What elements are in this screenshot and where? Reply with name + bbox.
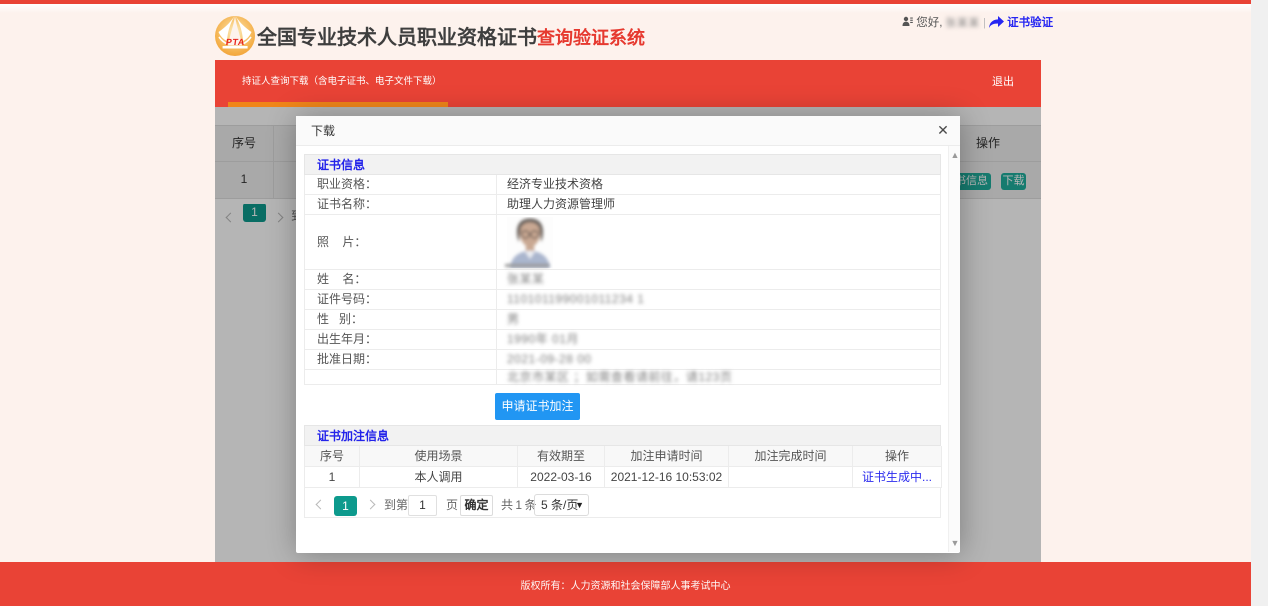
svg-text:PTA: PTA: [225, 37, 246, 47]
